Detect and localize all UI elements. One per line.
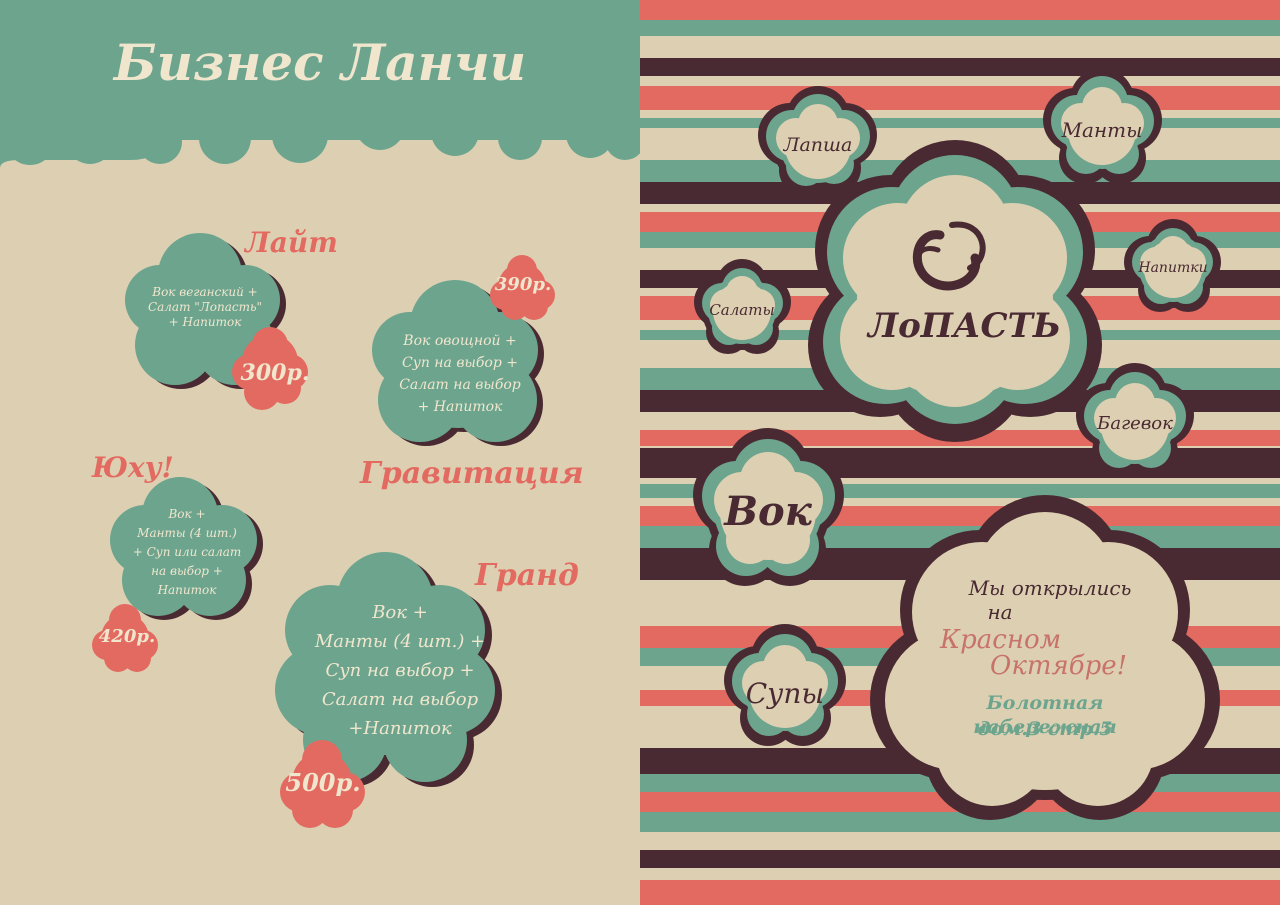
page-title: Бизнес Ланчи <box>113 33 527 92</box>
brand-page: Лапша Манты Напитки Салаты Багевок Вок С… <box>640 0 1280 905</box>
combo-grand-price: 500р. <box>285 768 361 797</box>
business-lunch-page: Бизнес Ланчи Лайт Вок веганский + Салат … <box>0 0 640 905</box>
combo-gravity-name: Гравитация <box>360 456 584 491</box>
announcement-highlight2: Октябре! <box>990 651 1128 681</box>
menu-spread: Бизнес Ланчи Лайт Вок веганский + Салат … <box>0 0 1280 905</box>
announcement-address2: дом.3 стр.5 <box>977 718 1113 740</box>
combo-grand-items: Вок + Манты (4 шт.) + Суп на выбор + Сал… <box>314 602 486 739</box>
right-page-artwork <box>640 0 1280 905</box>
combo-gravity-items: Вок овощной + Суп на выбор + Салат на вы… <box>399 333 521 415</box>
combo-lite-price: 300р. <box>240 360 310 386</box>
combo-yuhu-price: 420р. <box>98 626 156 647</box>
announcement-line2: на <box>987 600 1013 624</box>
category-vok[interactable]: Вок <box>710 487 826 537</box>
combo-grand-name: Гранд <box>475 558 579 593</box>
combo-lite-name: Лайт <box>245 226 338 259</box>
logo-cloud <box>808 140 1102 442</box>
category-napitki[interactable]: Напитки <box>1130 260 1216 278</box>
category-supy[interactable]: Супы <box>735 676 835 711</box>
combo-yuhu-name: Юху! <box>92 451 174 484</box>
category-lapsha[interactable]: Лапша <box>773 134 863 158</box>
combo-yuhu-items: Вок + Манты (4 шт.) + Суп или салат на в… <box>132 507 242 597</box>
category-bagevok[interactable]: Багевок <box>1080 413 1190 436</box>
logo-wordmark: ЛоПАСТЬ <box>868 306 1061 346</box>
combo-lite-items: Вок веганский + Салат "Лопасть" + Напито… <box>147 285 263 329</box>
announcement-line1: Мы открылись <box>968 576 1132 600</box>
category-salaty[interactable]: Салаты <box>702 301 782 320</box>
category-manty[interactable]: Манты <box>1052 118 1152 143</box>
combo-gravity-price: 390р. <box>494 274 552 295</box>
